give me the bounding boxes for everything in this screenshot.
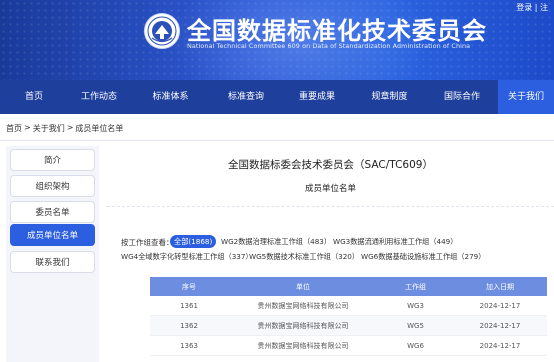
column-header-join-date: 加入日期 [486,282,514,291]
nav-item-regulations[interactable]: 规章制度 [353,80,426,114]
cell-unit: 贵州数据宝网络科技有限公司 [257,321,349,330]
cell-workgroup: WG5 [407,321,424,330]
filter-label: 按工作组查看： [121,238,174,247]
cell-join-date: 2024-12-17 [479,301,521,310]
breadcrumb-separator: > [66,123,74,132]
cell-join-date: 2024-12-17 [479,321,521,330]
column-header-unit: 单位 [296,282,310,291]
page-title: 全国数据标委会技术委员会（SAC/TC609） [228,159,433,171]
login-register-link[interactable]: 登录 | 注 [516,2,548,13]
sidebar-item-intro[interactable]: 简介 [10,149,95,171]
filter-chip-wg6[interactable]: WG6数据基础设施标准工作组（279） [357,250,489,263]
nav-item-news[interactable]: 工作动态 [68,80,130,114]
page-subtitle: 成员单位名单 [304,184,356,194]
nav-item-standards-search[interactable]: 标准查询 [211,80,281,114]
sidebar-item-member-units[interactable]: 成员单位名单 [10,224,95,246]
nav-item-achievements[interactable]: 重要成果 [281,80,353,114]
cell-index: 1362 [180,321,198,330]
breadcrumb-home[interactable]: 首页 [6,123,22,137]
column-header-workgroup: 工作组 [405,282,426,291]
cell-unit: 贵州数据宝网络科技有限公司 [257,341,349,350]
member-units-table: 序号 单位 工作组 加入日期 1361 贵州数据宝网络科技有限公司 WG3 20… [150,277,547,356]
breadcrumb-about[interactable]: 关于我们 [33,123,65,137]
nav-item-international[interactable]: 国际合作 [426,80,498,114]
site-subtitle-en: National Technical Committee 609 on Data… [187,42,471,50]
table-row: 1363 贵州数据宝网络科技有限公司 WG6 2024-12-17 [150,336,547,356]
cell-unit: 贵州数据宝网络科技有限公司 [257,301,349,310]
sidebar-item-members[interactable]: 委员名单 [10,201,95,223]
breadcrumb-divider [0,140,554,141]
filter-chip-wg4[interactable]: WG4全域数字化转型标准工作组（337） [117,250,257,263]
sidebar-item-contact[interactable]: 联系我们 [10,251,95,273]
breadcrumb: 首页 > 关于我们 > 成员单位名单 [6,123,123,137]
breadcrumb-current: 成员单位名单 [75,124,124,133]
site-title: 全国数据标准化技术委员会 [187,17,487,45]
cell-index: 1361 [180,301,198,310]
sidebar-item-organization[interactable]: 组织架构 [10,175,95,197]
table-row: 1362 贵州数据宝网络科技有限公司 WG5 2024-12-17 [150,316,547,336]
title-divider [107,206,554,207]
column-header-index: 序号 [182,282,196,291]
nav-item-home[interactable]: 首页 [0,80,68,114]
committee-emblem-icon [144,13,180,49]
table-row: 1361 贵州数据宝网络科技有限公司 WG3 2024-12-17 [150,296,547,316]
nav-item-about-us[interactable]: 关于我们 [498,80,554,114]
cell-index: 1363 [180,341,198,350]
cell-join-date: 2024-12-17 [479,341,521,350]
main-nav: 首页 工作动态 标准体系 标准查询 重要成果 规章制度 国际合作 关于我们 [0,80,554,114]
cell-workgroup: WG3 [407,301,424,310]
filter-chip-wg2[interactable]: WG2数据治理标准工作组（483） [217,235,335,248]
filter-chip-wg5[interactable]: WG5数据技术标准工作组（320） [245,250,363,263]
sidebar: 简介 组织架构 委员名单 成员单位名单 联系我们 [6,146,99,362]
nav-item-standards-system[interactable]: 标准体系 [130,80,211,114]
filter-chip-wg3[interactable]: WG3数据流通利用标准工作组（449） [329,235,461,248]
cell-workgroup: WG6 [407,341,424,350]
main-content: 全国数据标委会技术委员会（SAC/TC609） 成员单位名单 按工作组查看： 全… [107,146,554,362]
filter-chip-all[interactable]: 全部(1868) [170,235,217,248]
table-header: 序号 单位 工作组 加入日期 [150,277,547,296]
breadcrumb-separator: > [24,123,31,132]
site-banner: 全国数据标准化技术委员会 National Technical Committe… [0,0,554,80]
